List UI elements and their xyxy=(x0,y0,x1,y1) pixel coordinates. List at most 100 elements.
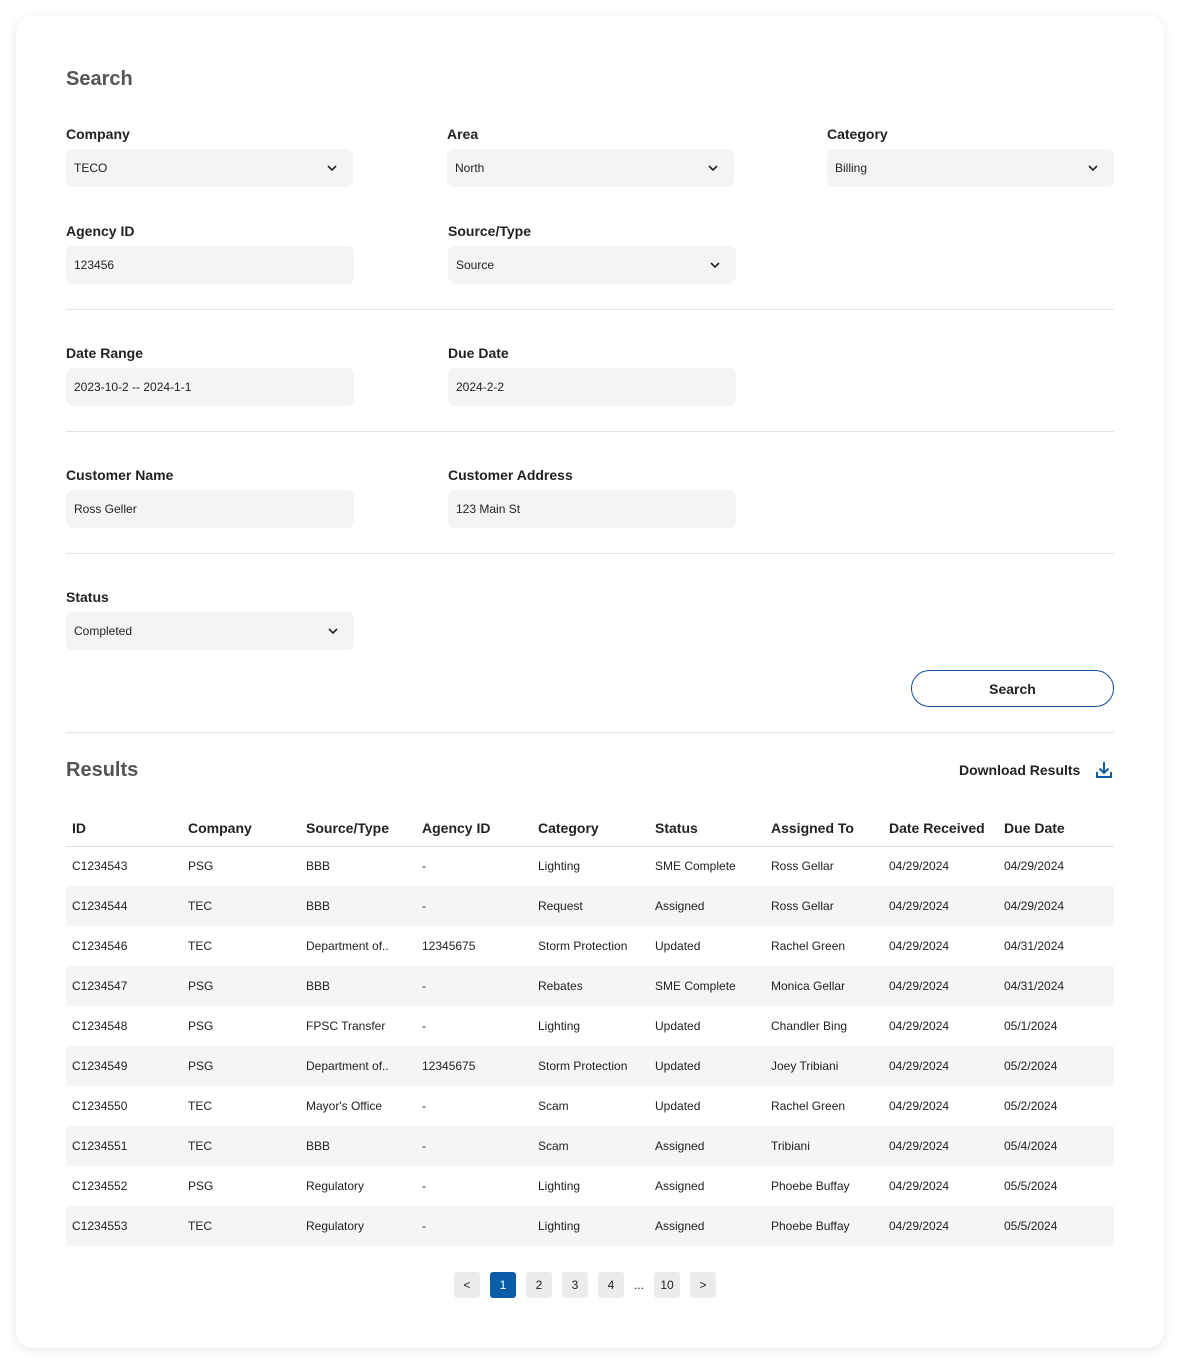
divider xyxy=(66,732,1114,733)
column-header-due-date[interactable]: Due Date xyxy=(998,810,1114,847)
category-label: Category xyxy=(827,126,888,142)
column-header-id[interactable]: ID xyxy=(66,810,182,847)
table-row[interactable]: C1234549 PSG Department of.. 12345675 Storm … xyxy=(66,1046,1114,1086)
cell-agency-id: - xyxy=(422,1019,426,1033)
download-results-button[interactable]: Download Results xyxy=(959,760,1114,780)
cell-date-received: 04/29/2024 xyxy=(883,886,998,926)
cell-status: SME Complete xyxy=(655,859,736,874)
cell-company: TEC xyxy=(188,939,212,953)
cell-due-date: 04/29/2024 xyxy=(998,886,1114,926)
page-button-3[interactable]: 3 xyxy=(562,1272,588,1298)
cell-id: C1234553 xyxy=(66,1206,182,1246)
cell-date-received: 04/29/2024 xyxy=(883,966,998,1006)
area-select[interactable]: North xyxy=(447,149,734,187)
column-header-date-received[interactable]: Date Received xyxy=(883,810,998,847)
cell-assigned-to: Joey Tribiani xyxy=(765,1046,883,1086)
cell-category: Rebates xyxy=(532,966,649,1006)
cell-assigned-to: Rachel Green xyxy=(771,939,846,953)
cell-date-received: 04/29/2024 xyxy=(889,1179,950,1193)
cell-category: Storm Protection xyxy=(538,939,628,953)
cell-agency-id: 12345675 xyxy=(422,939,476,953)
source-type-label: Source/Type xyxy=(448,223,531,239)
area-label: Area xyxy=(447,126,479,142)
company-value: TECO xyxy=(74,161,108,175)
cell-due-date: 05/5/2024 xyxy=(998,1206,1114,1246)
divider xyxy=(66,431,1114,432)
cell-source-type: Regulatory xyxy=(306,1179,365,1193)
table-row[interactable]: C1234550 TEC Mayor's Office - Scam Updated Rac… xyxy=(66,1086,1114,1126)
cell-status: Assigned xyxy=(649,886,765,926)
cell-date-received: 04/29/2024 xyxy=(889,1019,950,1033)
table-row[interactable]: C1234552 PSG Regulatory - Lighting Assigned Ph… xyxy=(66,1166,1114,1206)
column-header-status[interactable]: Status xyxy=(649,810,765,847)
table-row[interactable]: C1234551 TEC BBB - Scam Assigned Tribiani 04/29… xyxy=(66,1126,1114,1166)
table-row[interactable]: C1234546 TEC Department of.. 12345675 Storm … xyxy=(66,926,1114,966)
column-header-category[interactable]: Category xyxy=(532,810,649,847)
agency-id-input[interactable]: 123456 xyxy=(66,246,354,284)
cell-source-type: BBB xyxy=(306,859,331,874)
page-button-2[interactable]: 2 xyxy=(526,1272,552,1298)
cell-due-date: 05/1/2024 xyxy=(1004,1019,1058,1033)
page-button-1[interactable]: 1 xyxy=(490,1272,516,1298)
cell-category: Storm Protection xyxy=(532,1046,649,1086)
search-button[interactable]: Search xyxy=(911,670,1114,707)
cell-id: C1234550 xyxy=(72,1099,128,1113)
customer-name-input[interactable]: Ross Geller xyxy=(66,490,354,528)
agency-id-label: Agency ID xyxy=(66,223,135,239)
next-page-button[interactable]: > xyxy=(690,1272,717,1298)
search-title: Search xyxy=(66,68,133,90)
cell-date-received: 04/29/2024 xyxy=(883,1206,998,1246)
cell-assigned-to: Rachel Green xyxy=(771,1099,846,1113)
cell-source-type: Department of.. xyxy=(300,1046,416,1086)
cell-date-received: 04/29/2024 xyxy=(889,939,950,953)
column-header-agency-id[interactable]: Agency ID xyxy=(416,810,532,847)
company-select[interactable]: TECO xyxy=(66,149,353,187)
column-header-assigned-to[interactable]: Assigned To xyxy=(765,810,883,847)
cell-source-type: Department of.. xyxy=(306,939,389,953)
cell-agency-id: - xyxy=(416,886,532,926)
cell-company: TEC xyxy=(188,1099,212,1113)
column-header-company[interactable]: Company xyxy=(182,810,300,847)
category-select[interactable]: Billing xyxy=(827,149,1114,187)
download-results-label: Download Results xyxy=(959,762,1081,778)
cell-due-date: 05/2/2024 xyxy=(998,1046,1114,1086)
chevron-down-icon xyxy=(710,262,720,269)
cell-source-type: BBB xyxy=(300,966,416,1006)
customer-address-label: Customer Address xyxy=(448,467,573,483)
table-row[interactable]: C1234548 PSG FPSC Transfer - Lighting Updated… xyxy=(66,1006,1114,1046)
column-header-source-type[interactable]: Source/Type xyxy=(300,810,416,847)
chevron-down-icon xyxy=(328,628,338,635)
prev-page-button[interactable]: < xyxy=(454,1272,480,1298)
cell-company: PSG xyxy=(182,1046,300,1086)
results-table: ID Company Source/Type Agency ID Categor… xyxy=(66,810,1114,1246)
table-row[interactable]: C1234553 TEC Regulatory - Lighting Assigned Ph… xyxy=(66,1206,1114,1246)
cell-category: Lighting xyxy=(538,1179,581,1193)
table-row[interactable]: C1234544 TEC BBB - Request Assigned Ross Gella… xyxy=(66,886,1114,926)
cell-status: Assigned xyxy=(649,1126,765,1166)
source-type-select[interactable]: Source xyxy=(448,246,736,284)
cell-assigned-to: Phoebe Buffay xyxy=(771,1179,850,1193)
chevron-down-icon xyxy=(708,165,718,172)
date-range-input[interactable]: 2023-10-2 -- 2024-1-1 xyxy=(66,368,354,406)
cell-source-type: BBB xyxy=(300,1126,416,1166)
customer-address-value: 123 Main St xyxy=(456,502,521,516)
cell-id: C1234552 xyxy=(72,1179,128,1193)
table-row[interactable]: C1234547 PSG BBB - Rebates SME Complete Monica… xyxy=(66,966,1114,1006)
page-button-10[interactable]: 10 xyxy=(654,1272,681,1298)
cell-id: C1234546 xyxy=(72,939,128,953)
table-row[interactable]: C1234543 PSG BBB - Lighting SME Complete Ross … xyxy=(66,846,1114,886)
results-title: Results xyxy=(66,759,139,781)
status-select[interactable]: Completed xyxy=(66,612,354,650)
cell-company: PSG xyxy=(188,859,214,874)
page-button-4[interactable]: 4 xyxy=(598,1272,624,1298)
cell-id: C1234548 xyxy=(72,1019,128,1033)
due-date-input[interactable]: 2024-2-2 xyxy=(448,368,736,406)
customer-address-input[interactable]: 123 Main St xyxy=(448,490,736,528)
cell-assigned-to: Chandler Bing xyxy=(771,1019,848,1033)
cell-source-type: BBB xyxy=(300,886,416,926)
cell-company: PSG xyxy=(182,966,300,1006)
cell-due-date: 04/29/2024 xyxy=(1004,859,1065,874)
cell-category: Request xyxy=(532,886,649,926)
cell-agency-id: - xyxy=(416,966,532,1006)
date-range-label: Date Range xyxy=(66,345,144,361)
